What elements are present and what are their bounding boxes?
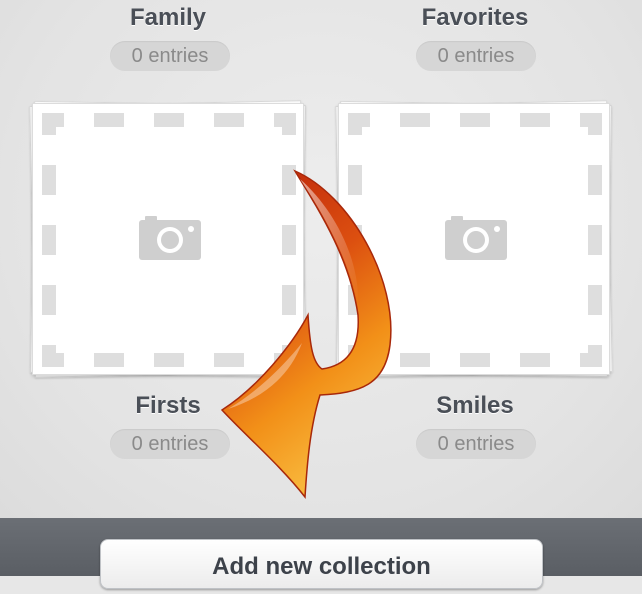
collection-album-firsts[interactable] (29, 100, 307, 378)
entries-badge-smiles: 0 entries (416, 429, 536, 459)
collection-title-family[interactable]: Family (48, 4, 288, 32)
entries-badge-family: 0 entries (110, 41, 230, 71)
collection-title-favorites[interactable]: Favorites (355, 4, 595, 32)
collections-grid: Family 0 entries Favorites 0 entries Fir… (0, 0, 642, 518)
camera-icon (139, 216, 201, 260)
add-collection-button[interactable]: Add new collection (100, 539, 543, 589)
collection-title-smiles[interactable]: Smiles (355, 392, 595, 420)
entries-badge-firsts: 0 entries (110, 429, 230, 459)
album-cover-placeholder (32, 103, 304, 375)
entries-badge-favorites: 0 entries (416, 41, 536, 71)
collection-album-smiles[interactable] (335, 100, 613, 378)
collection-title-firsts[interactable]: Firsts (48, 392, 288, 420)
camera-icon (445, 216, 507, 260)
album-cover-placeholder (338, 103, 610, 375)
